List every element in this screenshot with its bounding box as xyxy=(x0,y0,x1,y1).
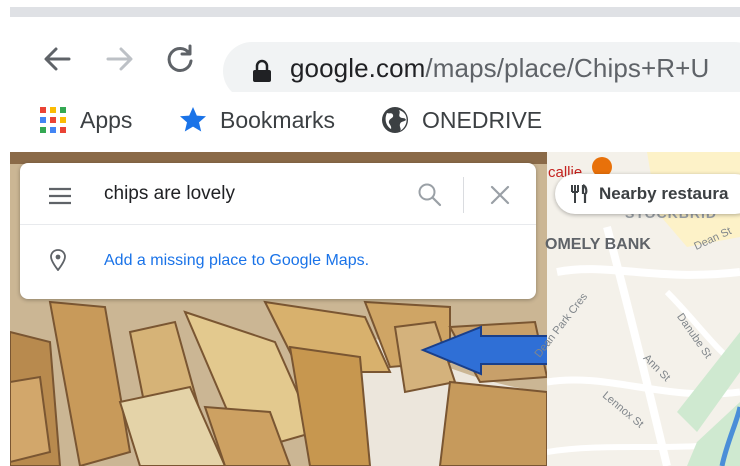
forward-button[interactable] xyxy=(100,39,140,79)
url-domain: google.com xyxy=(290,53,426,83)
search-divider xyxy=(463,177,464,213)
card-divider xyxy=(20,224,536,225)
add-missing-place-link[interactable]: Add a missing place to Google Maps. xyxy=(104,252,369,270)
search-input[interactable]: chips are lovely xyxy=(104,183,235,205)
star-icon xyxy=(180,107,206,132)
tab-strip xyxy=(10,7,740,17)
lock-icon xyxy=(253,59,271,82)
forward-arrow-icon xyxy=(106,47,133,71)
hamburger-menu-icon xyxy=(49,187,71,205)
url-path: /maps/place/Chips+R+U xyxy=(425,53,710,83)
fork-knife-icon xyxy=(571,184,588,203)
reload-button[interactable] xyxy=(160,39,200,79)
nearby-restaurants-label: Nearby restaura xyxy=(599,184,729,203)
close-icon xyxy=(490,185,510,205)
reload-icon xyxy=(167,44,193,72)
map-label-comely-bank: OMELY BANK xyxy=(545,236,651,253)
bookmarks-bar: Apps Bookmarks ONEDRIVE xyxy=(0,92,740,152)
bookmark-bookmarks-label: Bookmarks xyxy=(220,106,336,133)
location-pin-icon xyxy=(50,249,66,276)
clear-search-button[interactable] xyxy=(490,185,510,210)
nearby-restaurants-button[interactable]: Nearby restaura xyxy=(555,174,740,214)
bookmark-onedrive-label: ONEDRIVE xyxy=(422,106,543,133)
bookmark-bookmarks[interactable]: Bookmarks xyxy=(178,102,335,138)
bookmark-apps-label: Apps xyxy=(80,106,133,133)
search-panel: chips are lovely Add a missing place to … xyxy=(20,163,536,299)
menu-button[interactable] xyxy=(48,187,72,210)
search-button[interactable] xyxy=(417,182,443,213)
search-icon xyxy=(418,183,442,207)
url-text: google.com/maps/place/Chips+R+U xyxy=(290,53,709,84)
back-arrow-icon xyxy=(44,47,71,71)
apps-grid-icon xyxy=(40,107,66,133)
back-button[interactable] xyxy=(37,39,77,79)
bookmark-apps[interactable]: Apps xyxy=(38,102,132,138)
bookmark-onedrive[interactable]: ONEDRIVE xyxy=(380,102,542,138)
browser-toolbar: google.com/maps/place/Chips+R+U xyxy=(0,17,740,100)
globe-icon xyxy=(382,107,408,133)
